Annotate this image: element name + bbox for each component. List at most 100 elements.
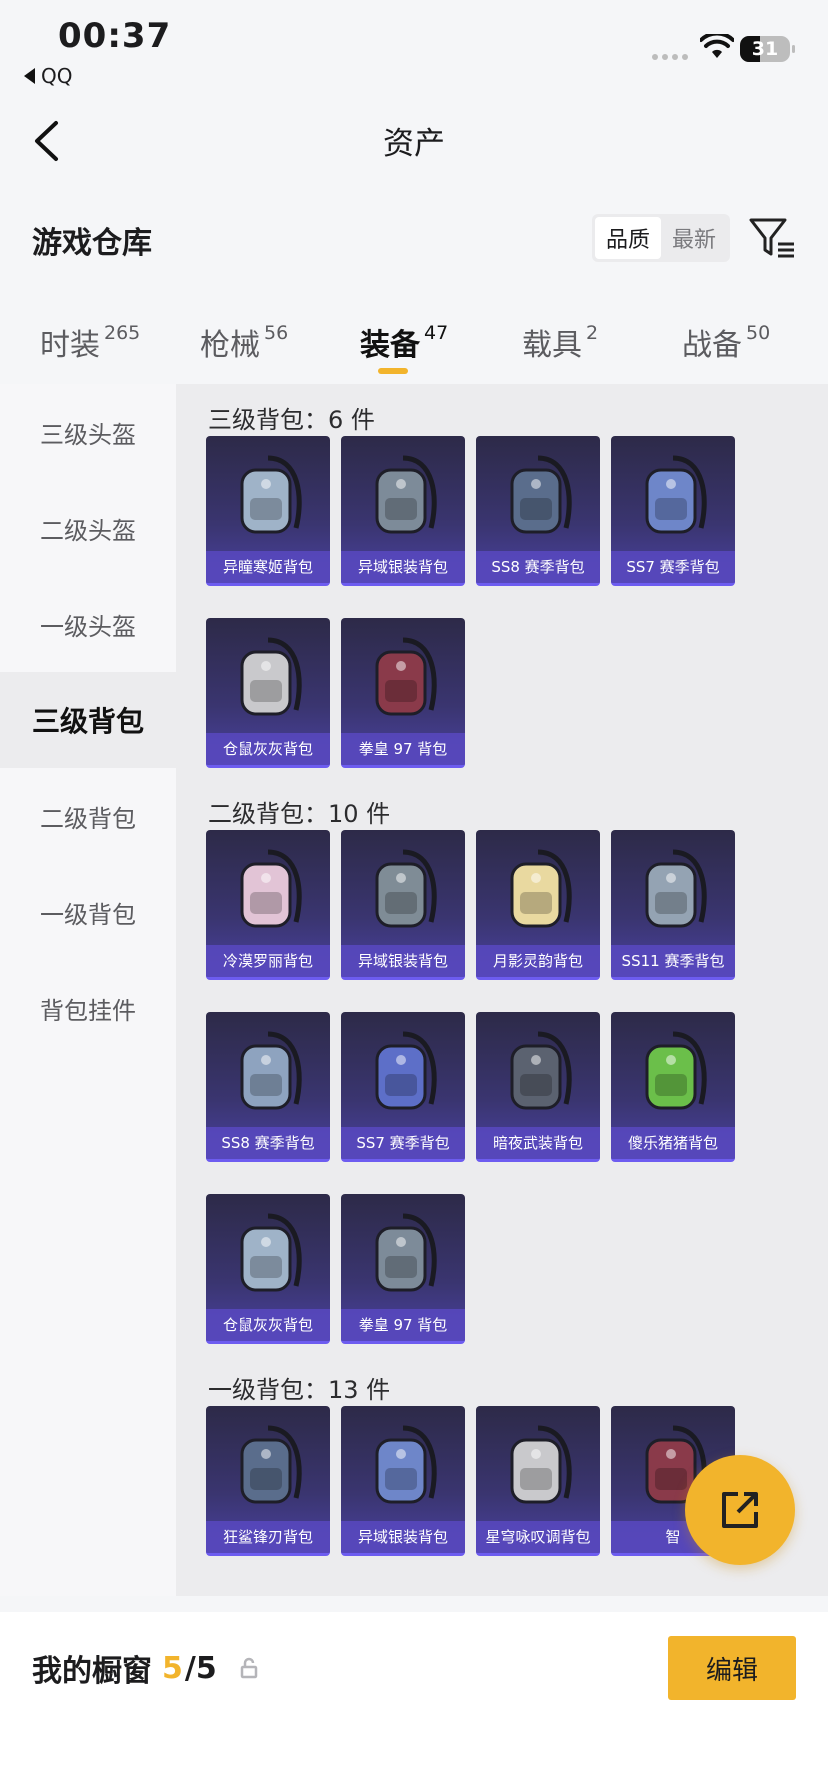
backpack-icon [240, 1425, 302, 1504]
showcase-bar: 我的橱窗 5 /5 编辑 [0, 1612, 828, 1792]
edit-button[interactable]: 编辑 [668, 1636, 796, 1700]
item-card[interactable]: 异域银装背包 [341, 830, 465, 980]
backpack-icon [240, 1213, 302, 1292]
sort-newest-button[interactable]: 最新 [661, 217, 727, 259]
tab-guns[interactable]: 枪械 56 [200, 320, 288, 364]
item-card[interactable]: 傻乐猪猪背包 [611, 1012, 735, 1162]
backpack-icon [375, 1213, 437, 1292]
status-time: 00:37 [58, 16, 172, 56]
item-card-label: 冷漠罗丽背包 [206, 945, 330, 977]
backpack-icon [375, 1425, 437, 1504]
item-card-label: 仓鼠灰灰背包 [206, 733, 330, 765]
item-card[interactable]: SS11 赛季背包 [611, 830, 735, 980]
sidebar-item-lv2-backpack[interactable]: 二级背包 [0, 768, 176, 864]
sidebar: 三级头盔 二级头盔 一级头盔 三级背包 二级背包 一级背包 背包挂件 [0, 384, 176, 1596]
item-card[interactable]: 拳皇 97 背包 [341, 1194, 465, 1344]
item-card-label: 傻乐猪猪背包 [611, 1127, 735, 1159]
item-card-label: 月影灵韵背包 [476, 945, 600, 977]
backpack-icon [240, 455, 302, 534]
tab-equipment[interactable]: 装备 47 [360, 320, 448, 364]
battery-icon: 31 [740, 36, 795, 62]
showcase-current: 5 [162, 1650, 183, 1686]
item-card-label: 拳皇 97 背包 [341, 733, 465, 765]
tab-gear[interactable]: 战备 50 [682, 320, 770, 364]
group-title-lv3: 三级背包：6 件 [208, 406, 375, 434]
category-tabs: 时装 265 枪械 56 装备 47 载具 2 战备 50 [0, 310, 828, 384]
sort-quality-button[interactable]: 品质 [595, 217, 661, 259]
item-card[interactable]: 异域银装背包 [341, 436, 465, 586]
back-triangle-icon [24, 68, 35, 84]
backpack-icon [375, 637, 437, 716]
backpack-icon [240, 1031, 302, 1110]
item-card[interactable]: 月影灵韵背包 [476, 830, 600, 980]
item-card[interactable]: 仓鼠灰灰背包 [206, 1194, 330, 1344]
battery-level: 31 [751, 38, 779, 60]
item-card[interactable]: 异瞳寒姬背包 [206, 436, 330, 586]
sidebar-item-lv2-helmet[interactable]: 二级头盔 [0, 480, 176, 576]
backpack-icon [240, 849, 302, 928]
backpack-icon [240, 637, 302, 716]
backpack-icon [645, 849, 707, 928]
cellular-signal-icon [652, 54, 688, 60]
showcase-total: /5 [184, 1650, 217, 1686]
item-card-label: SS8 赛季背包 [206, 1127, 330, 1159]
group-title-lv2: 二级背包：10 件 [208, 800, 391, 828]
item-card[interactable]: 狂鲨锋刃背包 [206, 1406, 330, 1556]
sort-toggle: 品质 最新 [592, 214, 730, 262]
sidebar-item-lv3-backpack[interactable]: 三级背包 [0, 672, 176, 768]
wifi-icon [700, 34, 734, 58]
item-card-label: 异域银装背包 [341, 551, 465, 583]
item-grid: 三级背包：6 件 二级背包：10 件 一级背包：13 件 异瞳寒姬背包 异域银装背… [176, 384, 828, 1596]
item-card-label: 异域银装背包 [341, 1521, 465, 1553]
share-icon [722, 1492, 758, 1528]
item-card[interactable]: 仓鼠灰灰背包 [206, 618, 330, 768]
item-card[interactable]: 暗夜武装背包 [476, 1012, 600, 1162]
showcase-label-row: 我的橱窗 5 /5 [32, 1646, 259, 1690]
item-card[interactable]: SS7 赛季背包 [341, 1012, 465, 1162]
filter-icon[interactable] [748, 214, 796, 262]
active-tab-indicator [378, 368, 408, 374]
sidebar-item-backpack-charm[interactable]: 背包挂件 [0, 960, 176, 1056]
sidebar-item-lv1-helmet[interactable]: 一级头盔 [0, 576, 176, 672]
sidebar-item-lv3-helmet[interactable]: 三级头盔 [0, 384, 176, 480]
item-card[interactable]: 拳皇 97 背包 [341, 618, 465, 768]
item-card-label: SS7 赛季背包 [341, 1127, 465, 1159]
sidebar-item-lv1-backpack[interactable]: 一级背包 [0, 864, 176, 960]
item-card-label: SS11 赛季背包 [611, 945, 735, 977]
item-card-label: 仓鼠灰灰背包 [206, 1309, 330, 1341]
backpack-icon [375, 455, 437, 534]
item-card-label: 拳皇 97 背包 [341, 1309, 465, 1341]
item-card[interactable]: 冷漠罗丽背包 [206, 830, 330, 980]
backpack-icon [510, 455, 572, 534]
back-to-app-link[interactable]: QQ [24, 64, 72, 88]
item-card-label: SS7 赛季背包 [611, 551, 735, 583]
nav-bar: 资产 [0, 96, 828, 188]
back-app-label: QQ [41, 64, 73, 88]
group-title-lv1: 一级背包：13 件 [208, 1376, 391, 1404]
item-card[interactable]: 异域银装背包 [341, 1406, 465, 1556]
showcase-label: 我的橱窗 [32, 1654, 152, 1689]
item-card[interactable]: SS8 赛季背包 [206, 1012, 330, 1162]
tab-fashion[interactable]: 时装 265 [40, 320, 140, 364]
item-card-label: 暗夜武装背包 [476, 1127, 600, 1159]
section-title: 游戏仓库 [32, 226, 152, 261]
item-card-label: 星穹咏叹调背包 [476, 1521, 600, 1553]
backpack-icon [510, 849, 572, 928]
backpack-icon [510, 1425, 572, 1504]
page-title: 资产 [383, 126, 445, 162]
item-card[interactable]: 星穹咏叹调背包 [476, 1406, 600, 1556]
item-card-label: 异瞳寒姬背包 [206, 551, 330, 583]
lock-icon [240, 1657, 257, 1679]
backpack-icon [645, 1031, 707, 1110]
item-card-label: 异域银装背包 [341, 945, 465, 977]
share-button[interactable] [685, 1455, 795, 1565]
backpack-icon [375, 1031, 437, 1110]
item-card[interactable]: SS8 赛季背包 [476, 436, 600, 586]
status-bar: 00:37 QQ 31 [0, 0, 828, 96]
item-card[interactable]: SS7 赛季背包 [611, 436, 735, 586]
tab-vehicles[interactable]: 载具 2 [522, 320, 598, 364]
item-card-label: SS8 赛季背包 [476, 551, 600, 583]
item-card-label: 狂鲨锋刃背包 [206, 1521, 330, 1553]
backpack-icon [375, 849, 437, 928]
backpack-icon [645, 455, 707, 534]
